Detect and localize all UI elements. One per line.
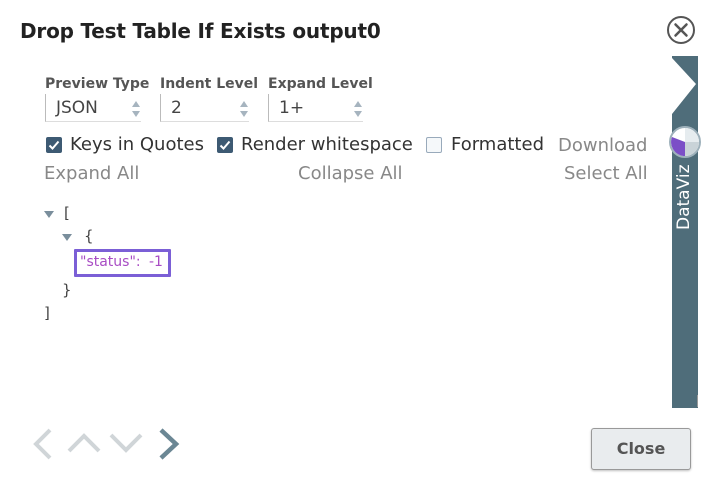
- sidebar-edge: [697, 395, 698, 407]
- close-button[interactable]: Close: [591, 428, 691, 470]
- keys-in-quotes-checkbox[interactable]: [46, 137, 62, 153]
- preview-type-select[interactable]: JSON: [45, 94, 141, 122]
- preview-type-value: JSON: [56, 98, 98, 118]
- indent-level-stepper[interactable]: 2: [160, 94, 249, 122]
- dialog-title: Drop Test Table If Exists output0: [20, 19, 381, 43]
- json-key[interactable]: "status":: [80, 254, 141, 270]
- expand-all-link[interactable]: Expand All: [44, 163, 139, 184]
- dataviz-label[interactable]: DataViz: [674, 165, 694, 231]
- collapse-all-link[interactable]: Collapse All: [298, 163, 403, 184]
- expand-level-stepper[interactable]: 1+: [268, 94, 363, 122]
- chevron-right-icon[interactable]: [156, 428, 182, 460]
- formatted-label[interactable]: Formatted: [451, 134, 544, 155]
- close-brace: }: [62, 281, 72, 299]
- spinner-arrows-icon[interactable]: [353, 98, 363, 120]
- spinner-arrows-icon[interactable]: [131, 98, 141, 120]
- close-bracket: ]: [44, 304, 50, 322]
- open-brace: {: [84, 227, 94, 245]
- collapse-object-toggle-icon[interactable]: [62, 234, 72, 241]
- check-icon: [219, 140, 231, 150]
- indent-level-label: Indent Level: [160, 76, 259, 92]
- select-all-link[interactable]: Select All: [564, 163, 648, 184]
- keys-in-quotes-label[interactable]: Keys in Quotes: [70, 134, 204, 155]
- formatted-checkbox[interactable]: [426, 137, 442, 153]
- download-link[interactable]: Download: [558, 135, 647, 156]
- pie-chart-icon: [669, 126, 701, 158]
- expand-level-label: Expand Level: [268, 76, 373, 92]
- expand-level-value: 1+: [279, 98, 305, 118]
- json-value[interactable]: -1: [149, 254, 163, 270]
- render-whitespace-checkbox[interactable]: [217, 137, 233, 153]
- close-circle-icon[interactable]: [666, 15, 696, 45]
- chevron-left-icon[interactable]: [30, 428, 54, 460]
- spinner-arrows-icon[interactable]: [239, 98, 249, 120]
- open-bracket: [: [64, 204, 70, 222]
- preview-type-label: Preview Type: [45, 76, 150, 92]
- render-whitespace-label[interactable]: Render whitespace: [241, 134, 413, 155]
- sidebar-collapse-tab[interactable]: [672, 56, 698, 118]
- chevron-up-icon[interactable]: [66, 432, 102, 454]
- check-icon: [48, 140, 60, 150]
- indent-level-value: 2: [171, 98, 182, 118]
- collapse-array-toggle-icon[interactable]: [44, 211, 54, 218]
- chevron-down-icon[interactable]: [108, 432, 144, 454]
